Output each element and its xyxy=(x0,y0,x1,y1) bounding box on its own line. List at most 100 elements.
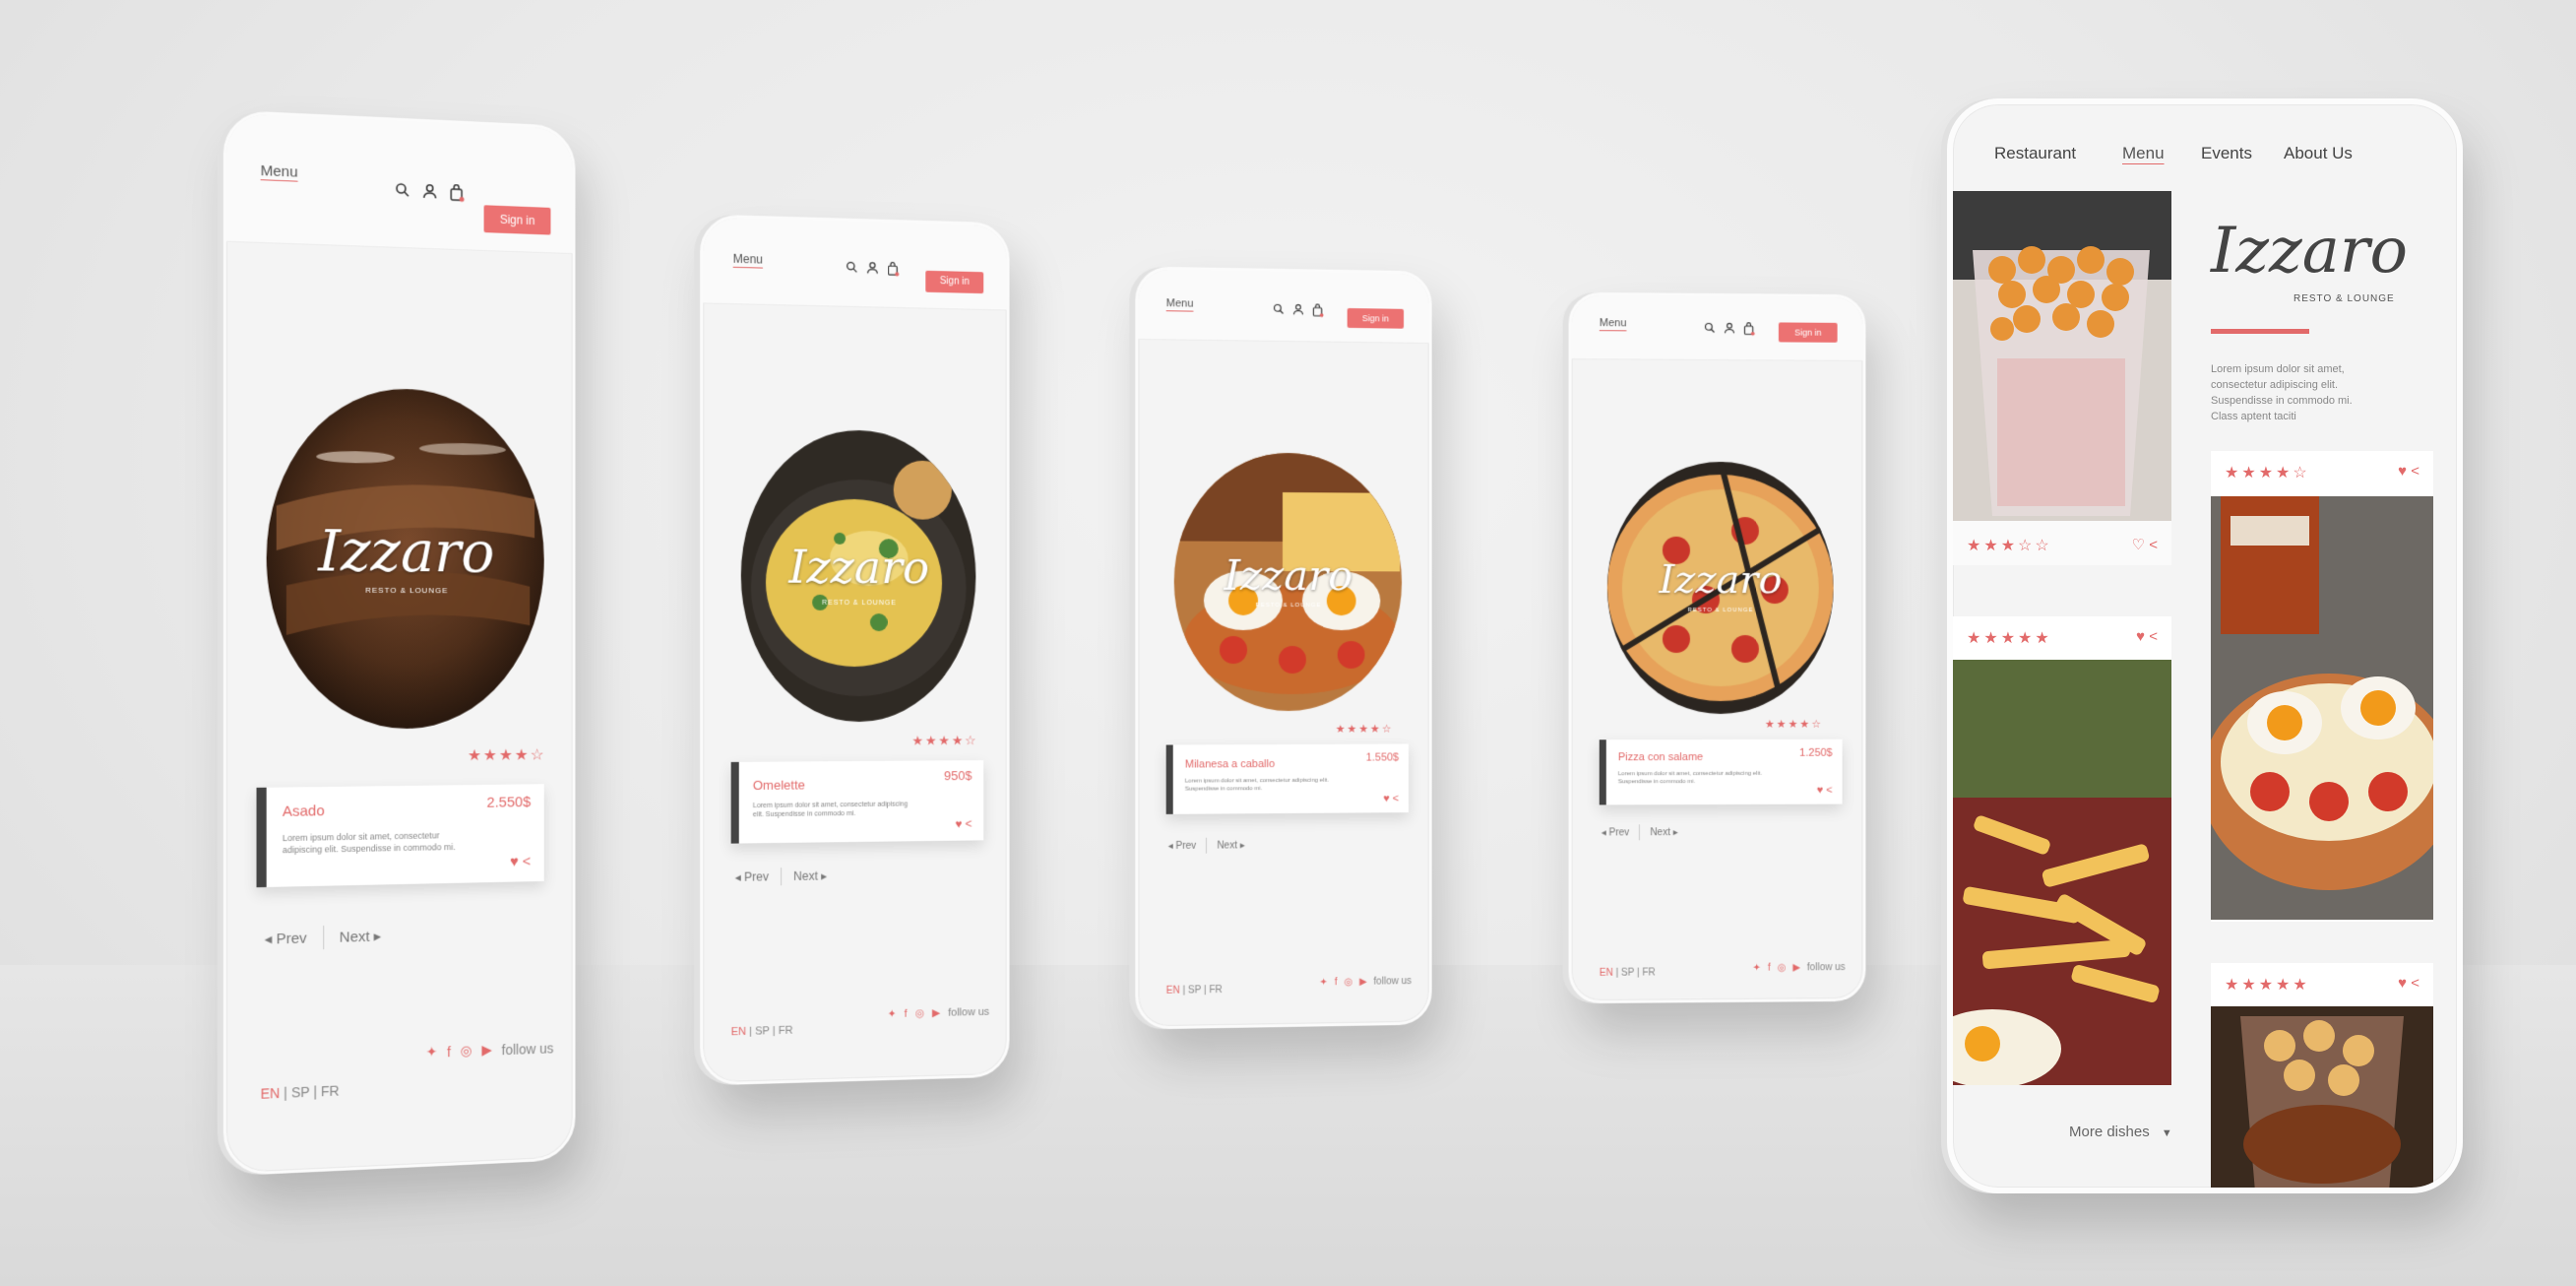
divider xyxy=(323,926,324,949)
heart-icon[interactable]: ♥ xyxy=(2136,628,2145,645)
user-icon[interactable] xyxy=(422,183,438,202)
share-icon[interactable]: < xyxy=(2149,537,2158,553)
lang-en[interactable]: EN xyxy=(731,1026,746,1038)
signin-button[interactable]: Sign in xyxy=(1348,308,1404,329)
heart-icon[interactable]: ♥ xyxy=(955,817,962,831)
heart-icon[interactable]: ♥ xyxy=(510,854,519,870)
heart-icon[interactable]: ♡ xyxy=(2132,537,2145,553)
search-icon[interactable] xyxy=(1273,303,1285,317)
dish-image: Izzaro RESTO & LOUNGE xyxy=(1607,462,1834,715)
heart-icon[interactable]: ♥ xyxy=(1383,793,1389,804)
lang-sp[interactable]: SP xyxy=(1621,968,1634,979)
menu-link[interactable]: Menu xyxy=(733,252,763,267)
instagram-icon[interactable]: ◎ xyxy=(461,1042,472,1059)
lang-sep: | xyxy=(1182,986,1185,997)
user-icon[interactable] xyxy=(1724,322,1735,336)
dish-tile[interactable]: ★★★★★ ♥ < xyxy=(1953,616,2171,1084)
rating-stars: ★★★☆☆ xyxy=(1967,536,2052,555)
phone-mockup-4: Menu Sign in Izzaro RESTO & LOUNGE ★★★★☆… xyxy=(1569,292,1866,1003)
prev-button[interactable]: ◂ Prev xyxy=(1602,827,1629,838)
dish-tile[interactable]: ★★★★★ ♥ < xyxy=(2211,963,2433,1193)
facebook-icon[interactable]: f xyxy=(447,1044,451,1060)
cart-icon[interactable] xyxy=(1312,303,1324,317)
menu-link[interactable]: Menu xyxy=(1600,317,1627,329)
lang-fr[interactable]: FR xyxy=(1209,985,1222,996)
share-icon[interactable]: < xyxy=(2411,975,2419,992)
lang-en[interactable]: EN xyxy=(1166,986,1180,997)
lang-fr[interactable]: FR xyxy=(321,1082,340,1099)
user-icon[interactable] xyxy=(1292,303,1304,317)
next-button[interactable]: Next ▸ xyxy=(340,928,381,946)
cart-icon[interactable] xyxy=(1743,322,1755,336)
next-button[interactable]: Next ▸ xyxy=(1650,827,1677,838)
search-icon[interactable] xyxy=(395,182,410,201)
prev-button[interactable]: ◂ Prev xyxy=(735,869,769,884)
dish-tile[interactable]: ★★★☆☆ ♡ < xyxy=(1953,191,2171,565)
youtube-icon[interactable]: ▶ xyxy=(932,1006,940,1019)
share-icon[interactable]: < xyxy=(523,854,531,870)
signin-button[interactable]: Sign in xyxy=(484,205,551,234)
facebook-icon[interactable]: f xyxy=(905,1007,908,1019)
lang-fr[interactable]: FR xyxy=(1642,967,1655,978)
youtube-icon[interactable]: ▶ xyxy=(1359,977,1367,988)
prev-button[interactable]: ◂ Prev xyxy=(265,929,307,947)
twitter-icon[interactable]: ✦ xyxy=(1319,977,1327,988)
brand-tagline: RESTO & LOUNGE xyxy=(2293,293,2395,304)
instagram-icon[interactable]: ◎ xyxy=(915,1006,924,1019)
rating-stars: ★★★★☆ xyxy=(911,733,977,748)
divider xyxy=(1206,838,1207,854)
lang-sp[interactable]: SP xyxy=(1188,985,1201,996)
dish-card[interactable]: Asado 2.550$ Lorem ipsum dolor sit amet,… xyxy=(257,784,544,887)
instagram-icon[interactable]: ◎ xyxy=(1778,963,1787,974)
youtube-icon[interactable]: ▶ xyxy=(481,1042,492,1059)
lang-en[interactable]: EN xyxy=(261,1085,281,1102)
cart-icon[interactable] xyxy=(887,262,900,277)
share-icon[interactable]: < xyxy=(1393,793,1399,804)
nav-events[interactable]: Events xyxy=(2201,144,2252,163)
pager: ◂ Prev Next ▸ xyxy=(735,867,828,885)
share-icon[interactable]: < xyxy=(2411,463,2419,480)
signin-button[interactable]: Sign in xyxy=(1779,322,1838,342)
facebook-icon[interactable]: f xyxy=(1335,977,1338,988)
user-icon[interactable] xyxy=(866,261,879,276)
twitter-icon[interactable]: ✦ xyxy=(1752,963,1760,974)
nav-about-us[interactable]: About Us xyxy=(2284,144,2353,163)
lang-fr[interactable]: FR xyxy=(779,1025,793,1037)
language-switcher: EN | SP | FR xyxy=(261,1082,340,1101)
prev-button[interactable]: ◂ Prev xyxy=(1168,840,1197,851)
prev-label: Prev xyxy=(1609,827,1630,838)
dish-tile[interactable]: ★★★★☆ ♥ < xyxy=(2211,451,2433,922)
heart-icon[interactable]: ♥ xyxy=(2398,463,2407,480)
search-icon[interactable] xyxy=(1704,322,1716,336)
menu-link[interactable]: Menu xyxy=(1166,297,1194,309)
heart-icon[interactable]: ♥ xyxy=(2398,975,2407,992)
search-icon[interactable] xyxy=(846,261,858,276)
cart-icon[interactable] xyxy=(449,184,465,203)
more-dishes-button[interactable]: More dishes ▼ xyxy=(2069,1124,2172,1140)
facebook-icon[interactable]: f xyxy=(1768,963,1771,974)
dish-card[interactable]: Omelette 950$ Lorem ipsum dolor sit amet… xyxy=(731,760,984,844)
card-actions: ♥ < xyxy=(1383,793,1399,804)
lang-sp[interactable]: SP xyxy=(755,1025,770,1037)
lang-en[interactable]: EN xyxy=(1600,968,1613,979)
dish-card[interactable]: Pizza con salame 1.250$ Lorem ipsum dolo… xyxy=(1600,739,1843,805)
nav-menu[interactable]: Menu xyxy=(2122,144,2165,163)
dish-price: 1.550$ xyxy=(1366,751,1399,763)
brand-logo: Izzaro xyxy=(2211,215,2408,288)
share-icon[interactable]: < xyxy=(2149,628,2158,645)
share-icon[interactable]: < xyxy=(966,817,973,831)
youtube-icon[interactable]: ▶ xyxy=(1792,962,1800,973)
twitter-icon[interactable]: ✦ xyxy=(888,1007,897,1020)
share-icon[interactable]: < xyxy=(1826,785,1832,797)
heart-icon[interactable]: ♥ xyxy=(1817,785,1823,797)
next-button[interactable]: Next ▸ xyxy=(793,868,827,883)
signin-button[interactable]: Sign in xyxy=(925,271,983,293)
instagram-icon[interactable]: ◎ xyxy=(1344,977,1352,988)
twitter-icon[interactable]: ✦ xyxy=(426,1044,438,1061)
nav-restaurant[interactable]: Restaurant xyxy=(1994,144,2076,163)
lang-sp[interactable]: SP xyxy=(291,1084,310,1101)
dish-name: Milanesa a caballo xyxy=(1185,758,1275,771)
menu-link[interactable]: Menu xyxy=(261,162,298,181)
dish-card[interactable]: Milanesa a caballo 1.550$ Lorem ipsum do… xyxy=(1166,743,1409,813)
next-button[interactable]: Next ▸ xyxy=(1217,840,1244,851)
